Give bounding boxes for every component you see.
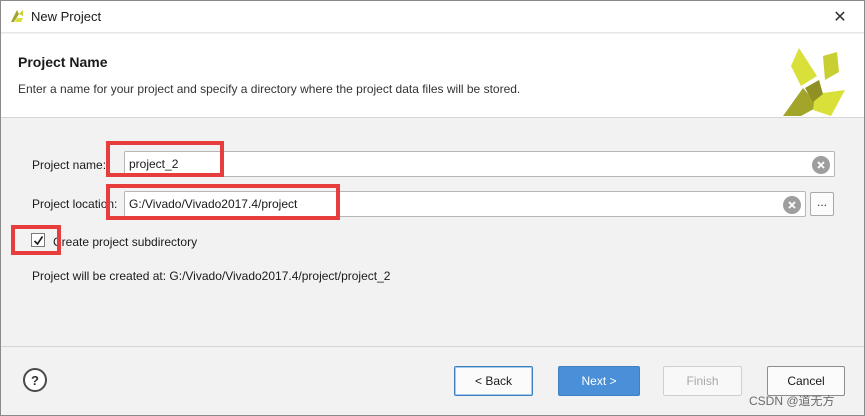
- footer-divider: [1, 346, 864, 347]
- new-project-dialog: New Project ✕ Project Name Enter a name …: [0, 0, 865, 416]
- page-header: Project Name Enter a name for your proje…: [1, 34, 864, 118]
- clear-icon[interactable]: [812, 156, 830, 174]
- vivado-logo-icon: [783, 48, 845, 116]
- close-icon[interactable]: ✕: [828, 5, 852, 29]
- help-icon[interactable]: ?: [23, 368, 47, 392]
- finish-button[interactable]: Finish: [663, 366, 742, 396]
- page-description: Enter a name for your project and specif…: [18, 82, 521, 96]
- clear-icon[interactable]: [783, 196, 801, 214]
- project-name-input[interactable]: [129, 155, 804, 173]
- project-path-preview: Project will be created at: G:/Vivado/Vi…: [32, 269, 391, 283]
- create-subdirectory-label[interactable]: Create project subdirectory: [53, 235, 197, 249]
- annotation-box-checkbox: [11, 225, 61, 255]
- title-bar: New Project ✕: [1, 1, 864, 33]
- watermark: CSDN @道无方: [749, 394, 835, 408]
- window-title: New Project: [31, 9, 102, 24]
- vivado-logo-icon: [11, 10, 23, 22]
- page-title: Project Name: [18, 54, 108, 70]
- project-location-label: Project location:: [32, 197, 118, 211]
- project-name-label: Project name:: [32, 158, 107, 172]
- annotation-box-project-location: [106, 184, 340, 220]
- project-name-field[interactable]: [124, 151, 835, 177]
- annotation-box-project-name: [106, 141, 224, 177]
- next-button[interactable]: Next >: [558, 366, 640, 396]
- back-button[interactable]: < Back: [454, 366, 533, 396]
- browse-button[interactable]: ...: [810, 192, 834, 216]
